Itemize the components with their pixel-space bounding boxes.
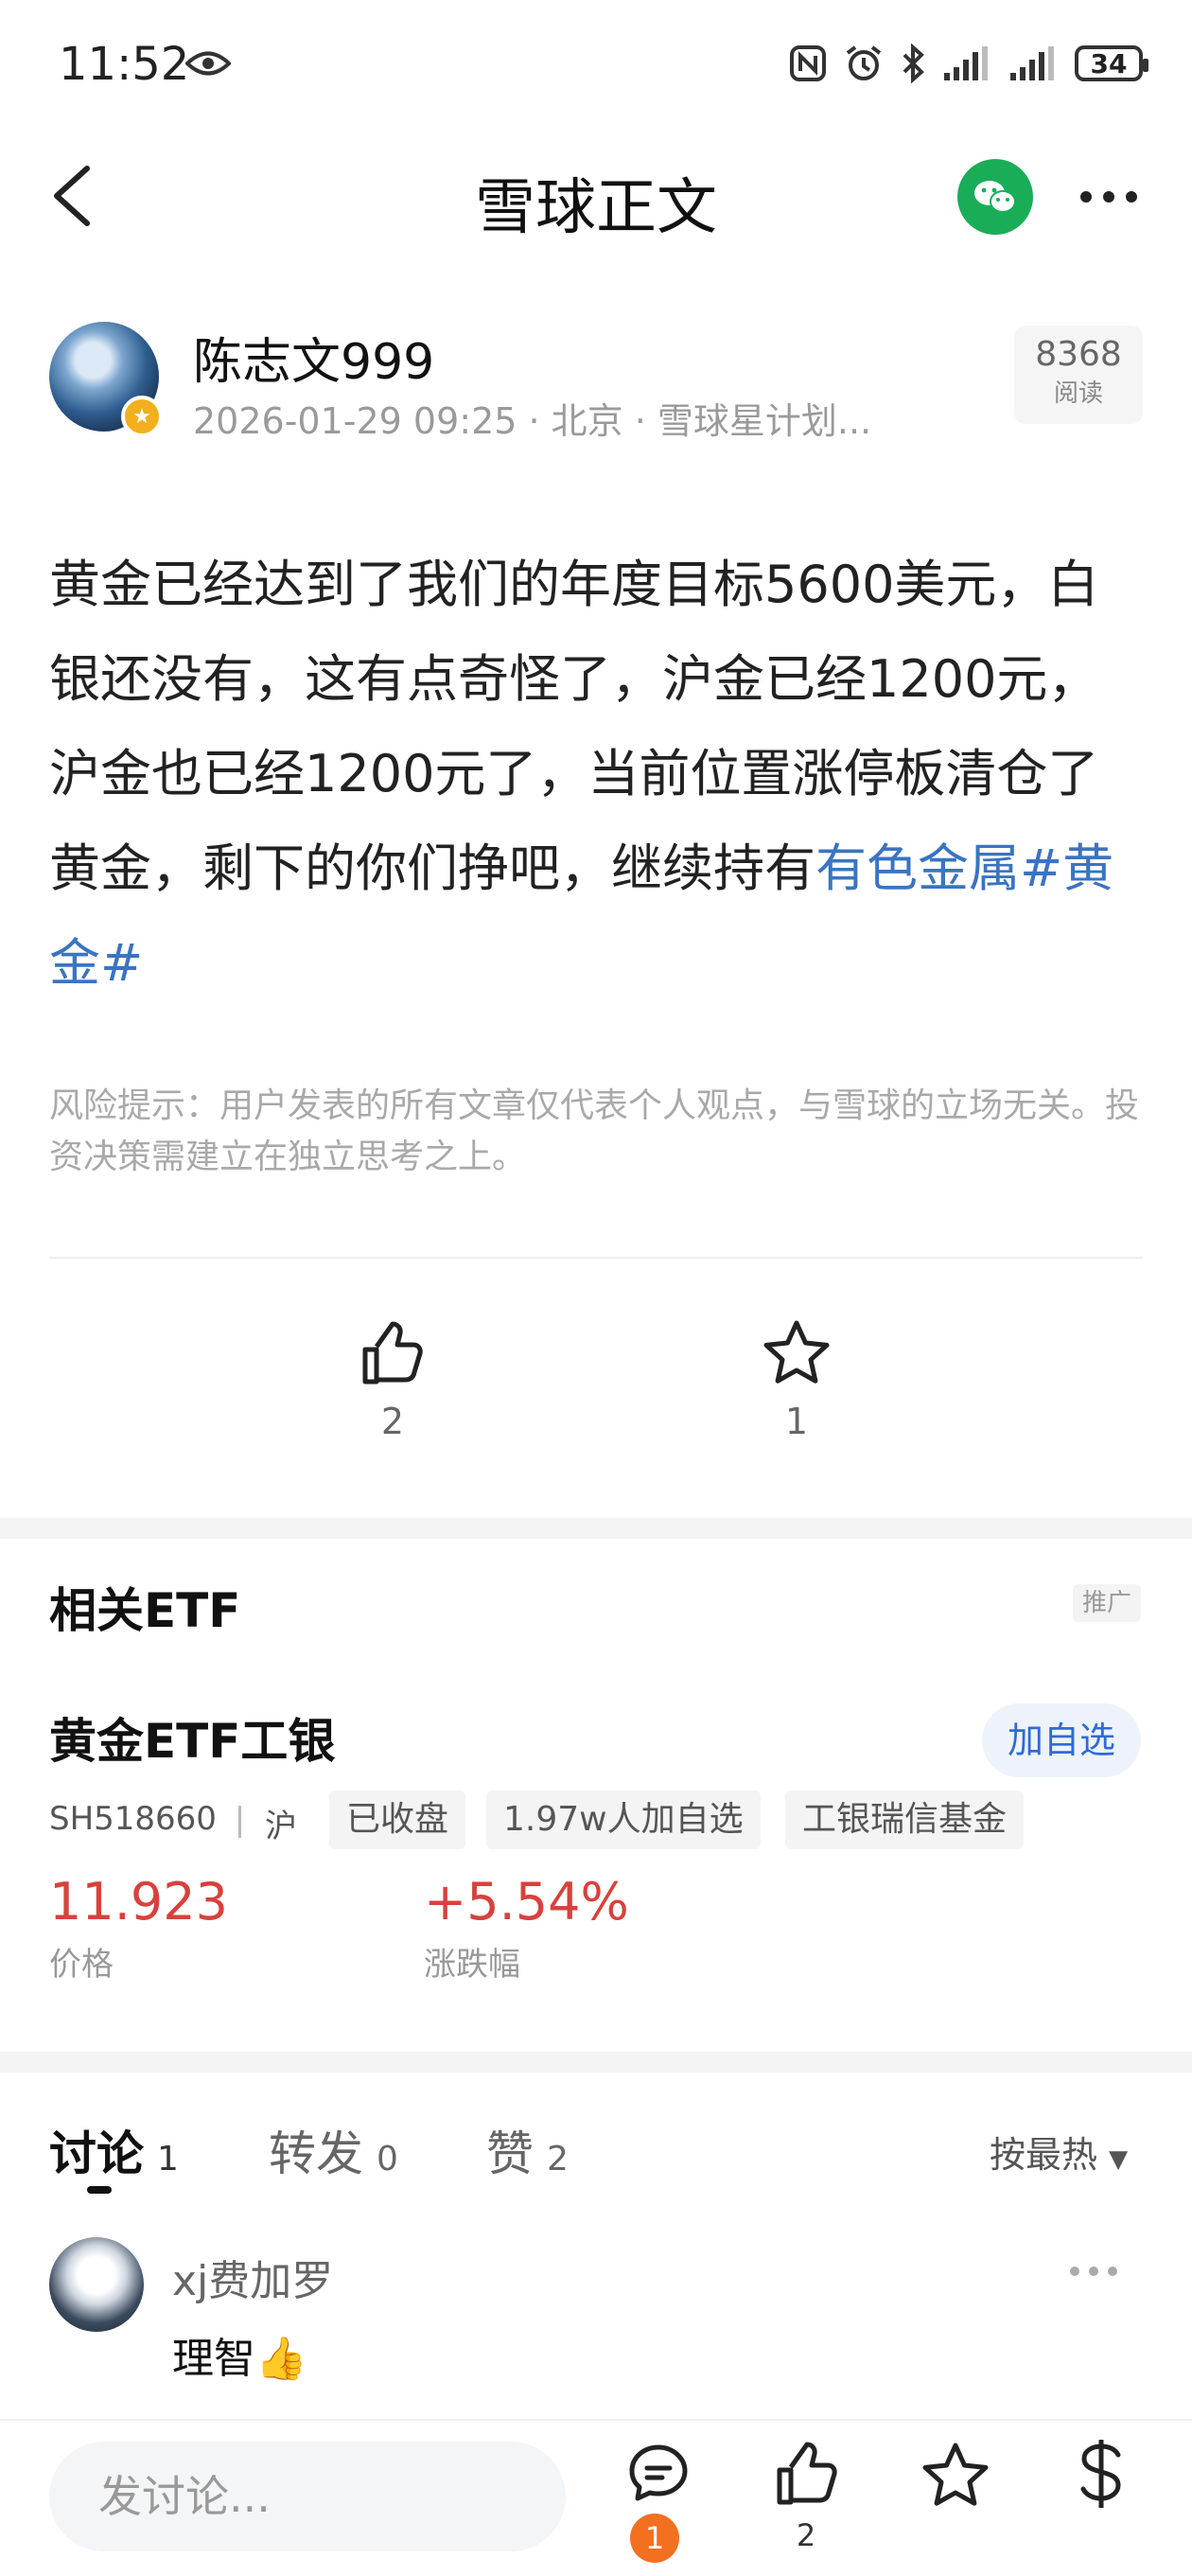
add-watchlist-button[interactable]: 加自选 — [982, 1703, 1141, 1777]
etf-market: 沪 — [265, 1808, 297, 1845]
read-label: 阅读 — [1053, 379, 1103, 408]
section-gap — [0, 2052, 1192, 2073]
etf-price-label: 价格 — [49, 1946, 114, 1984]
alarm-icon — [846, 45, 882, 80]
star-icon[interactable] — [921, 2442, 990, 2510]
tab-discussion[interactable]: 讨论 1 — [49, 2116, 179, 2184]
dollar-icon[interactable] — [1075, 2436, 1128, 2512]
separator — [238, 1806, 241, 1838]
bluetooth-icon — [903, 44, 924, 83]
sort-dropdown[interactable]: 按最热 ▼ — [990, 2126, 1128, 2178]
etf-code: SH518660 — [49, 1800, 217, 1838]
eye-icon — [185, 51, 231, 76]
thumbs-up-icon[interactable] — [359, 1321, 426, 1387]
active-tab-indicator — [87, 2186, 112, 2194]
etf-price: 11.923 — [49, 1872, 228, 1932]
star-badge-icon: ★ — [121, 396, 163, 437]
nfc-icon — [790, 45, 826, 81]
favorite-count: 1 — [784, 1401, 809, 1442]
favorite-star-icon[interactable] — [763, 1319, 831, 1387]
risk-notice: 风险提示：用户发表的所有文章仅代表个人观点，与雪球的立场无关。投资决策需建立在独… — [49, 1086, 1140, 1176]
tab-count: 1 — [157, 2140, 179, 2179]
section-gap — [0, 1518, 1192, 1539]
author-name[interactable]: 陈志文999 — [193, 322, 434, 393]
etf-tag-watchers: 1.97w人加自选 — [486, 1791, 761, 1849]
status-icons: 34 — [789, 44, 1148, 83]
tab-count: 0 — [377, 2140, 398, 2179]
etf-change: +5.54% — [424, 1872, 629, 1932]
comment-text: 理智👍 — [172, 2335, 307, 2383]
comment-bubble-icon[interactable] — [626, 2442, 691, 2506]
commenter-name[interactable]: xj费加罗 — [172, 2247, 333, 2307]
like-count: 2 — [380, 1401, 405, 1442]
wechat-share-button[interactable] — [957, 159, 1033, 235]
etf-tag-status: 已收盘 — [329, 1791, 466, 1849]
promo-badge: 推广 — [1073, 1584, 1141, 1622]
etf-tag-issuer: 工银瑞信基金 — [785, 1791, 1025, 1849]
read-count-box: 8368 阅读 — [1014, 326, 1143, 424]
tab-count: 2 — [547, 2140, 569, 2179]
status-time: 11:52 — [59, 38, 190, 91]
tab-label: 讨论 — [49, 2126, 144, 2181]
post-meta: 2026-01-29 09:25 · 北京 · 雪球星计划... — [193, 400, 872, 442]
signal-icon-2 — [1010, 46, 1054, 80]
more-options-icon[interactable] — [1078, 185, 1139, 208]
chevron-down-icon: ▼ — [1109, 2145, 1129, 2174]
divider — [49, 1257, 1143, 1259]
comment-count-badge: 1 — [630, 2514, 679, 2563]
sort-label: 按最热 — [990, 2134, 1098, 2176]
etf-name[interactable]: 黄金ETF工银 — [49, 1703, 335, 1772]
etf-section-title: 相关ETF — [49, 1583, 241, 1638]
tab-repost[interactable]: 转发 0 — [269, 2116, 398, 2184]
comment-input[interactable]: 发讨论... — [49, 2442, 566, 2551]
read-count: 8368 — [1035, 335, 1122, 374]
signal-icon-1 — [944, 46, 988, 80]
tab-label: 赞 — [486, 2126, 534, 2181]
like-icon[interactable] — [774, 2442, 840, 2508]
battery-indicator: 34 — [1075, 45, 1148, 81]
etf-change-label: 涨跌幅 — [424, 1946, 520, 1984]
tab-likes[interactable]: 赞2 — [486, 2116, 569, 2184]
tab-label: 转发 — [269, 2126, 363, 2181]
wechat-icon — [974, 181, 1016, 213]
comment-more-icon[interactable] — [1067, 2262, 1120, 2281]
post-content: 黄金已经达到了我们的年度目标5600美元，白银还没有，这有点奇怪了，沪金已经12… — [49, 538, 1147, 1011]
bottom-like-count: 2 — [796, 2517, 816, 2553]
commenter-avatar[interactable] — [49, 2237, 144, 2332]
battery-level: 34 — [1090, 47, 1128, 79]
